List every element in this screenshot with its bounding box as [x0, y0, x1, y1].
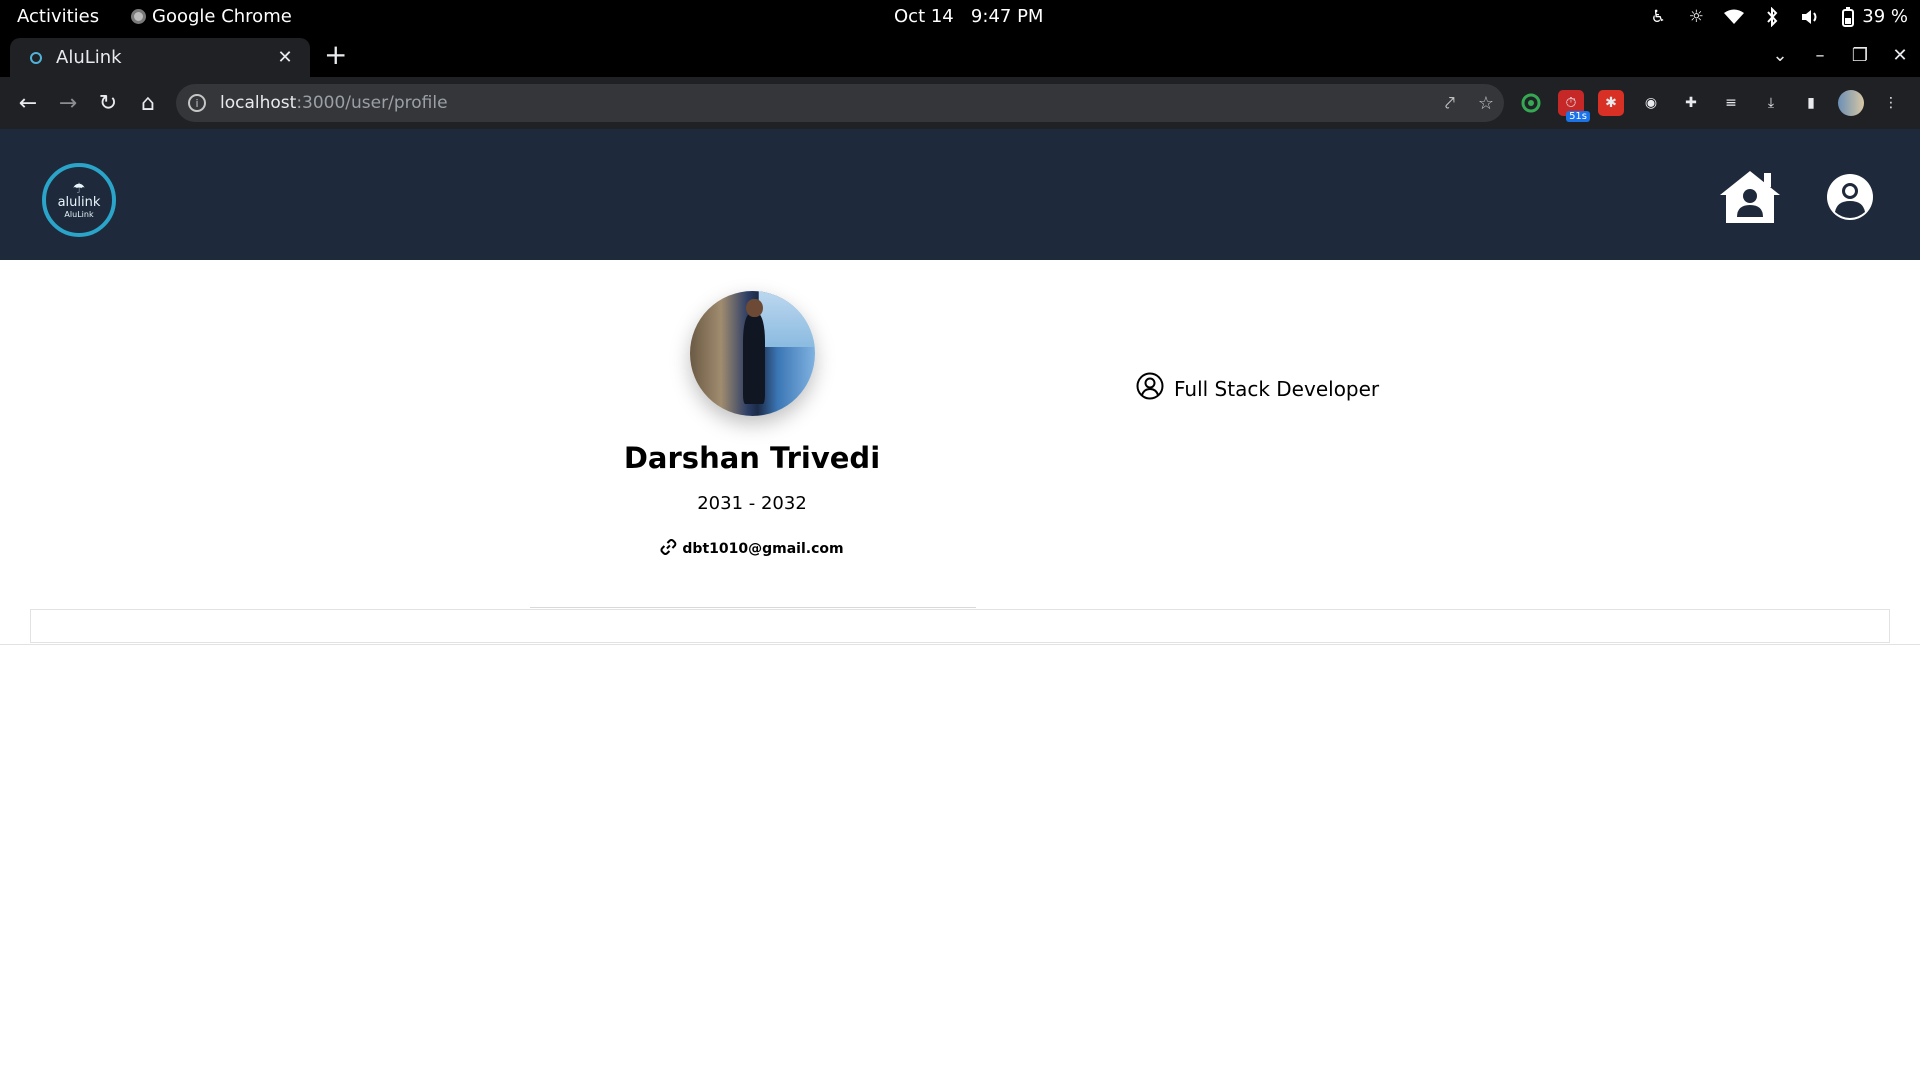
volume-icon — [1800, 7, 1820, 27]
side-panel-icon[interactable]: ▮ — [1798, 90, 1824, 116]
new-tab-button[interactable]: + — [324, 40, 347, 70]
system-top-bar: Activities Google Chrome Oct 14 9:47 PM … — [0, 0, 1920, 34]
profile-avatar-icon[interactable] — [1838, 90, 1864, 116]
profile-years: 2031 - 2032 — [697, 493, 807, 514]
profile-photo — [690, 291, 815, 416]
profile-content-panel — [30, 609, 1890, 643]
system-tray[interactable]: ♿ ☼ 39 % — [1648, 6, 1908, 27]
reload-button[interactable]: ↻ — [88, 83, 128, 123]
url-host: localhost — [220, 93, 297, 113]
back-button[interactable]: ← — [8, 83, 48, 123]
battery-percent: 39 % — [1862, 6, 1908, 27]
window-controls: ⌄ – ❐ ✕ — [1760, 34, 1920, 77]
profile-role: Full Stack Developer — [1136, 372, 1379, 405]
site-info-icon[interactable]: i — [188, 94, 206, 112]
download-icon[interactable]: ⤓ — [1758, 90, 1784, 116]
close-window-button[interactable]: ✕ — [1880, 45, 1920, 66]
alulink-logo[interactable]: ☂ alulink AluLink — [42, 163, 116, 237]
logo-text: alulink — [57, 194, 101, 210]
account-circle-icon[interactable] — [1818, 165, 1882, 229]
minimize-button[interactable]: – — [1800, 45, 1840, 66]
extensions-puzzle-icon[interactable]: ✚ — [1678, 90, 1704, 116]
restore-button[interactable]: ❐ — [1840, 45, 1880, 66]
url-text[interactable]: localhost:3000/user/profile — [220, 93, 1432, 113]
extension-badge: 51s — [1566, 111, 1590, 122]
extension-red-icon[interactable]: ✱ — [1598, 90, 1624, 116]
accessibility-icon[interactable]: ♿ — [1648, 7, 1668, 27]
activities-button[interactable]: Activities — [17, 6, 99, 27]
alulink-favicon-icon — [30, 51, 42, 64]
extensions-area: ⏱ 51s ✱ ◉ ✚ ≡ ⤓ ▮ ⋮ — [1518, 85, 1904, 122]
address-bar[interactable]: i localhost:3000/user/profile ⤤ ☆ — [176, 84, 1504, 122]
tab-search-chevron-icon[interactable]: ⌄ — [1760, 45, 1800, 66]
app-menu[interactable]: Google Chrome — [131, 6, 292, 27]
url-path: :3000/user/profile — [296, 93, 448, 113]
profile-name: Darshan Trivedi — [623, 441, 881, 475]
logo-subtext: AluLink — [64, 209, 94, 219]
divider — [0, 644, 1920, 645]
extension-timer-icon[interactable]: ⏱ 51s — [1558, 90, 1590, 122]
tab-alulink[interactable]: AluLink ✕ — [10, 38, 310, 77]
chrome-menu-icon[interactable]: ⋮ — [1878, 90, 1904, 116]
clock[interactable]: Oct 14 9:47 PM — [894, 6, 1043, 27]
share-icon[interactable]: ⤤ — [1432, 93, 1468, 114]
tab-strip: AluLink ✕ + ⌄ – ❐ ✕ — [0, 34, 1920, 77]
user-circle-icon — [1136, 372, 1164, 405]
chrome-icon — [131, 9, 146, 24]
app-name: Google Chrome — [152, 6, 292, 27]
brightness-icon: ☼ — [1688, 6, 1704, 27]
browser-toolbar: ← → ↻ ⌂ i localhost:3000/user/profile ⤤ … — [0, 77, 1920, 129]
app-navbar: ☂ alulink AluLink — [0, 129, 1920, 260]
close-tab-icon[interactable]: ✕ — [270, 47, 300, 68]
media-queue-icon[interactable]: ≡ — [1718, 90, 1744, 116]
email-text: dbt1010@gmail.com — [682, 541, 844, 557]
extension-spy-icon[interactable]: ◉ — [1638, 90, 1664, 116]
home-user-icon[interactable] — [1718, 165, 1782, 229]
date: Oct 14 — [894, 6, 954, 27]
battery-icon — [1838, 6, 1858, 27]
divider — [530, 607, 976, 608]
bookmark-star-icon[interactable]: ☆ — [1468, 93, 1504, 114]
home-button[interactable]: ⌂ — [128, 83, 168, 123]
forward-button[interactable]: → — [48, 83, 88, 123]
tab-title: AluLink — [56, 47, 122, 68]
role-text: Full Stack Developer — [1174, 376, 1380, 401]
logo-figure-icon: ☂ — [72, 180, 86, 197]
time: 9:47 PM — [970, 6, 1044, 27]
profile-email-link[interactable]: dbt1010@gmail.com — [660, 539, 844, 559]
extension-green-ring-icon[interactable] — [1518, 90, 1544, 116]
link-icon — [660, 539, 677, 559]
bluetooth-icon — [1762, 6, 1782, 27]
wifi-icon — [1724, 7, 1745, 27]
